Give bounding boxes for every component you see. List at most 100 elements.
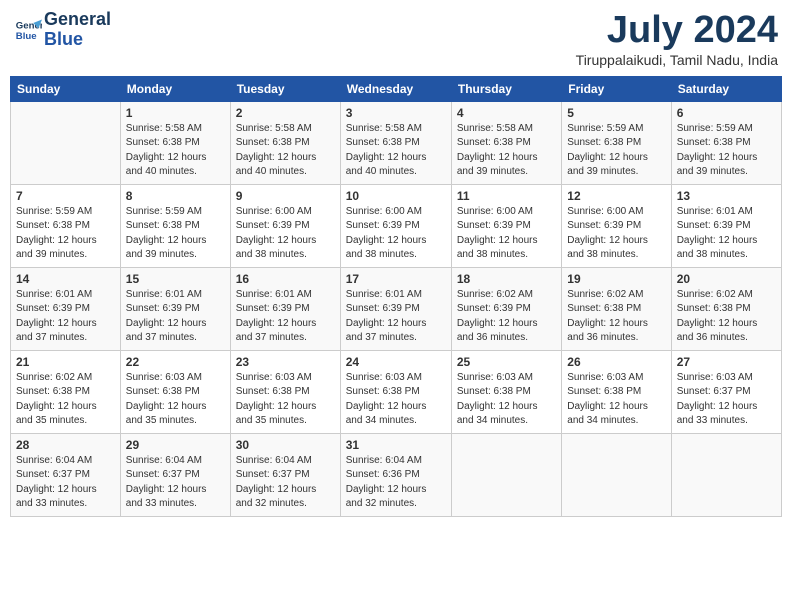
day-number: 3 xyxy=(346,106,446,120)
day-number: 17 xyxy=(346,272,446,286)
calendar-cell: 23Sunrise: 6:03 AM Sunset: 6:38 PM Dayli… xyxy=(230,350,340,433)
svg-text:Blue: Blue xyxy=(16,31,37,42)
calendar-cell: 21 Sunrise: 6:02 AM Sunset: 6:38 PM Dayli… xyxy=(11,350,121,433)
cell-content: Sunrise: 6:04 AM Sunset: 6:36 PM Dayligh… xyxy=(346,454,446,512)
day-number: 8 xyxy=(126,189,225,203)
cell-content: Sunrise: 6:04 AM Sunset: 6:37 PM Dayligh… xyxy=(126,454,225,512)
cell-content: Sunrise: 6:00 AM Sunset: 6:39 PM Dayligh… xyxy=(236,205,335,263)
calendar-cell: 10Sunrise: 6:00 AM Sunset: 6:39 PM Dayli… xyxy=(340,184,451,267)
day-number: 23 xyxy=(236,355,335,369)
day-number: 26 xyxy=(567,355,665,369)
cell-content: Sunrise: 5:58 AM Sunset: 6:38 PM Dayligh… xyxy=(346,122,446,180)
day-number: 12 xyxy=(567,189,665,203)
cell-content: Sunrise: 6:03 AM Sunset: 6:37 PM Dayligh… xyxy=(677,371,776,429)
header-cell-monday: Monday xyxy=(120,76,230,101)
header-row: SundayMondayTuesdayWednesdayThursdayFrid… xyxy=(11,76,782,101)
week-row-5: 28Sunrise: 6:04 AM Sunset: 6:37 PM Dayli… xyxy=(11,433,782,516)
cell-content: Sunrise: 5:59 AM Sunset: 6:38 PM Dayligh… xyxy=(126,205,225,263)
calendar-cell: 18 Sunrise: 6:02 AM Sunset: 6:39 PM Dayli… xyxy=(451,267,561,350)
day-number: 19 xyxy=(567,272,665,286)
calendar-cell xyxy=(562,433,671,516)
header-cell-friday: Friday xyxy=(562,76,671,101)
cell-content: Sunrise: 5:59 AM Sunset: 6:38 PM Dayligh… xyxy=(677,122,776,180)
logo: General Blue General Blue xyxy=(14,10,111,50)
cell-content: Sunrise: 6:00 AM Sunset: 6:39 PM Dayligh… xyxy=(346,205,446,263)
calendar-table: SundayMondayTuesdayWednesdayThursdayFrid… xyxy=(10,76,782,517)
cell-content: Sunrise: 5:59 AM Sunset: 6:38 PM Dayligh… xyxy=(16,205,115,263)
cell-content: Sunrise: 6:00 AM Sunset: 6:39 PM Dayligh… xyxy=(457,205,556,263)
calendar-cell: 3 Sunrise: 5:58 AM Sunset: 6:38 PM Daylig… xyxy=(340,101,451,184)
cell-content: Sunrise: 6:03 AM Sunset: 6:38 PM Dayligh… xyxy=(126,371,225,429)
cell-content: Sunrise: 6:03 AM Sunset: 6:38 PM Dayligh… xyxy=(457,371,556,429)
header-cell-sunday: Sunday xyxy=(11,76,121,101)
logo-text: General Blue xyxy=(44,10,111,50)
calendar-cell xyxy=(451,433,561,516)
calendar-cell: 12Sunrise: 6:00 AM Sunset: 6:39 PM Dayli… xyxy=(562,184,671,267)
day-number: 27 xyxy=(677,355,776,369)
day-number: 2 xyxy=(236,106,335,120)
cell-content: Sunrise: 6:02 AM Sunset: 6:38 PM Dayligh… xyxy=(567,288,665,346)
day-number: 31 xyxy=(346,438,446,452)
day-number: 16 xyxy=(236,272,335,286)
title-area: July 2024 Tiruppalaikudi, Tamil Nadu, In… xyxy=(576,10,778,68)
calendar-cell: 14Sunrise: 6:01 AM Sunset: 6:39 PM Dayli… xyxy=(11,267,121,350)
day-number: 13 xyxy=(677,189,776,203)
calendar-cell: 15Sunrise: 6:01 AM Sunset: 6:39 PM Dayli… xyxy=(120,267,230,350)
day-number: 5 xyxy=(567,106,665,120)
calendar-cell: 9 Sunrise: 6:00 AM Sunset: 6:39 PM Daylig… xyxy=(230,184,340,267)
calendar-cell: 6 Sunrise: 5:59 AM Sunset: 6:38 PM Daylig… xyxy=(671,101,781,184)
day-number: 25 xyxy=(457,355,556,369)
cell-content: Sunrise: 6:01 AM Sunset: 6:39 PM Dayligh… xyxy=(16,288,115,346)
cell-content: Sunrise: 5:58 AM Sunset: 6:38 PM Dayligh… xyxy=(126,122,225,180)
day-number: 18 xyxy=(457,272,556,286)
calendar-cell: 25 Sunrise: 6:03 AM Sunset: 6:38 PM Dayli… xyxy=(451,350,561,433)
cell-content: Sunrise: 6:01 AM Sunset: 6:39 PM Dayligh… xyxy=(236,288,335,346)
calendar-cell: 5 Sunrise: 5:59 AM Sunset: 6:38 PM Daylig… xyxy=(562,101,671,184)
cell-content: Sunrise: 6:02 AM Sunset: 6:39 PM Dayligh… xyxy=(457,288,556,346)
cell-content: Sunrise: 6:04 AM Sunset: 6:37 PM Dayligh… xyxy=(236,454,335,512)
cell-content: Sunrise: 6:01 AM Sunset: 6:39 PM Dayligh… xyxy=(346,288,446,346)
calendar-cell: 7 Sunrise: 5:59 AM Sunset: 6:38 PM Daylig… xyxy=(11,184,121,267)
header-cell-tuesday: Tuesday xyxy=(230,76,340,101)
week-row-4: 21 Sunrise: 6:02 AM Sunset: 6:38 PM Dayli… xyxy=(11,350,782,433)
day-number: 9 xyxy=(236,189,335,203)
calendar-cell xyxy=(11,101,121,184)
day-number: 7 xyxy=(16,189,115,203)
calendar-cell: 2 Sunrise: 5:58 AM Sunset: 6:38 PM Daylig… xyxy=(230,101,340,184)
calendar-cell: 29Sunrise: 6:04 AM Sunset: 6:37 PM Dayli… xyxy=(120,433,230,516)
cell-content: Sunrise: 6:03 AM Sunset: 6:38 PM Dayligh… xyxy=(567,371,665,429)
calendar-cell: 8 Sunrise: 5:59 AM Sunset: 6:38 PM Daylig… xyxy=(120,184,230,267)
calendar-cell: 19 Sunrise: 6:02 AM Sunset: 6:38 PM Dayli… xyxy=(562,267,671,350)
header-cell-saturday: Saturday xyxy=(671,76,781,101)
cell-content: Sunrise: 5:59 AM Sunset: 6:38 PM Dayligh… xyxy=(567,122,665,180)
month-title: July 2024 xyxy=(576,10,778,52)
day-number: 11 xyxy=(457,189,556,203)
calendar-cell: 22 Sunrise: 6:03 AM Sunset: 6:38 PM Dayli… xyxy=(120,350,230,433)
cell-content: Sunrise: 5:58 AM Sunset: 6:38 PM Dayligh… xyxy=(236,122,335,180)
day-number: 22 xyxy=(126,355,225,369)
calendar-cell: 26 Sunrise: 6:03 AM Sunset: 6:38 PM Dayli… xyxy=(562,350,671,433)
day-number: 1 xyxy=(126,106,225,120)
day-number: 6 xyxy=(677,106,776,120)
calendar-cell: 31 Sunrise: 6:04 AM Sunset: 6:36 PM Dayli… xyxy=(340,433,451,516)
page-header: General Blue General Blue July 2024 Tiru… xyxy=(10,10,782,68)
week-row-1: 1 Sunrise: 5:58 AM Sunset: 6:38 PM Daylig… xyxy=(11,101,782,184)
logo-icon: General Blue xyxy=(14,16,42,44)
week-row-3: 14Sunrise: 6:01 AM Sunset: 6:39 PM Dayli… xyxy=(11,267,782,350)
calendar-cell: 30 Sunrise: 6:04 AM Sunset: 6:37 PM Dayli… xyxy=(230,433,340,516)
header-cell-wednesday: Wednesday xyxy=(340,76,451,101)
day-number: 30 xyxy=(236,438,335,452)
cell-content: Sunrise: 6:02 AM Sunset: 6:38 PM Dayligh… xyxy=(16,371,115,429)
day-number: 4 xyxy=(457,106,556,120)
week-row-2: 7 Sunrise: 5:59 AM Sunset: 6:38 PM Daylig… xyxy=(11,184,782,267)
cell-content: Sunrise: 6:03 AM Sunset: 6:38 PM Dayligh… xyxy=(346,371,446,429)
cell-content: Sunrise: 6:02 AM Sunset: 6:38 PM Dayligh… xyxy=(677,288,776,346)
cell-content: Sunrise: 6:01 AM Sunset: 6:39 PM Dayligh… xyxy=(126,288,225,346)
calendar-cell: 24 Sunrise: 6:03 AM Sunset: 6:38 PM Dayli… xyxy=(340,350,451,433)
day-number: 20 xyxy=(677,272,776,286)
day-number: 24 xyxy=(346,355,446,369)
day-number: 21 xyxy=(16,355,115,369)
calendar-cell: 1 Sunrise: 5:58 AM Sunset: 6:38 PM Daylig… xyxy=(120,101,230,184)
location-text: Tiruppalaikudi, Tamil Nadu, India xyxy=(576,52,778,68)
calendar-cell: 11 Sunrise: 6:00 AM Sunset: 6:39 PM Dayli… xyxy=(451,184,561,267)
